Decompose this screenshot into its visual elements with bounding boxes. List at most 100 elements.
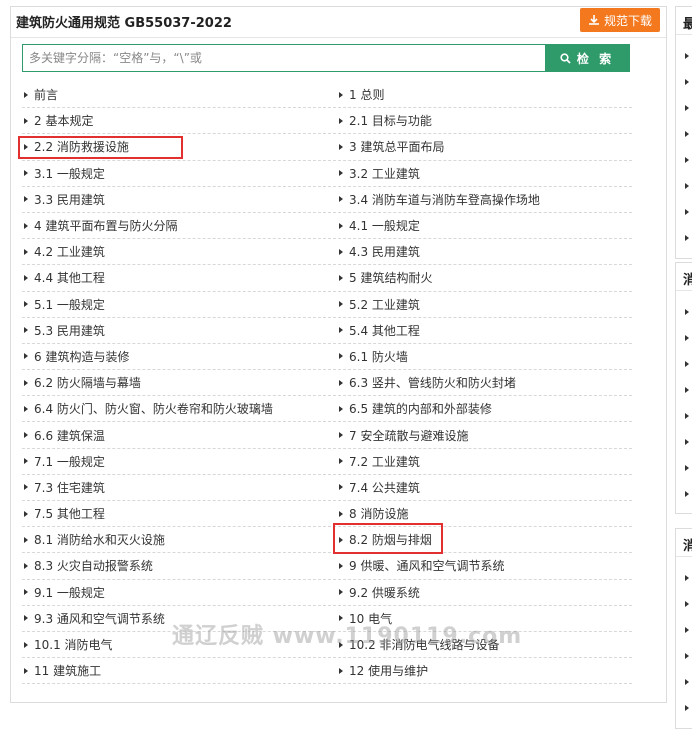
toc-item[interactable]: 10.2 非消防电气线路与设备 bbox=[327, 632, 632, 657]
toc-item[interactable]: 1 总则 bbox=[327, 82, 632, 107]
toc-item[interactable]: 4.3 民用建筑 bbox=[327, 239, 632, 264]
toc-row: 7.1 一般规定 7.2 工业建筑 bbox=[22, 449, 632, 475]
toc-item[interactable]: 3.3 民用建筑 bbox=[22, 187, 327, 212]
caret-right-icon bbox=[24, 117, 28, 124]
toc-row: 8.1 消防给水和灭火设施 8.2 防烟与排烟 bbox=[22, 523, 632, 555]
caret-right-icon bbox=[685, 183, 689, 189]
search-button[interactable]: 检 索 bbox=[545, 45, 629, 71]
caret-right-icon bbox=[24, 510, 28, 517]
toc-item[interactable]: 10 电气 bbox=[327, 606, 632, 631]
toc-item[interactable]: 9.1 一般规定 bbox=[22, 580, 327, 605]
caret-right-icon bbox=[685, 679, 689, 685]
toc-item[interactable]: 3 建筑总平面布局 bbox=[327, 134, 632, 159]
toc-item[interactable]: 6.5 建筑的内部和外部装修 bbox=[327, 396, 632, 421]
toc-row: 6 建筑构造与装修 6.1 防火墙 bbox=[22, 344, 632, 371]
toc-row: 2 基本规定 2.1 目标与功能 bbox=[22, 108, 632, 135]
download-button[interactable]: 规范下载 bbox=[580, 8, 660, 32]
toc-item[interactable]: 5.4 其他工程 bbox=[327, 318, 632, 343]
toc-item[interactable]: 5.2 工业建筑 bbox=[327, 292, 632, 317]
toc-item[interactable]: 4.2 工业建筑 bbox=[22, 239, 327, 264]
caret-right-icon bbox=[24, 536, 28, 543]
caret-right-icon bbox=[685, 601, 689, 607]
caret-right-icon bbox=[24, 562, 28, 569]
toc-row: 4 建筑平面布置与防火分隔 4.1 一般规定 bbox=[22, 213, 632, 240]
toc-item[interactable]: 7.1 一般规定 bbox=[22, 449, 327, 474]
caret-right-icon bbox=[339, 196, 343, 203]
caret-right-icon bbox=[24, 248, 28, 255]
toc-row: 10.1 消防电气 10.2 非消防电气线路与设备 bbox=[22, 632, 632, 659]
toc-item[interactable]: 3.4 消防车道与消防车登高操作场地 bbox=[327, 187, 632, 212]
caret-right-icon bbox=[339, 589, 343, 596]
toc-item-label: 6.5 建筑的内部和外部装修 bbox=[349, 402, 492, 417]
toc-item[interactable]: 7.4 公共建筑 bbox=[327, 475, 632, 500]
search-button-label: 检 索 bbox=[576, 51, 615, 66]
caret-right-icon bbox=[24, 484, 28, 491]
toc-item[interactable]: 7.5 其他工程 bbox=[22, 501, 327, 526]
sidebar-box-header: 最 bbox=[676, 7, 692, 35]
toc-row: 9.1 一般规定 9.2 供暖系统 bbox=[22, 580, 632, 606]
toc-item-label: 6.2 防火隔墙与幕墙 bbox=[34, 376, 141, 391]
toc-item[interactable]: 6 建筑构造与装修 bbox=[22, 344, 327, 369]
toc-item-label: 4.3 民用建筑 bbox=[349, 245, 420, 260]
toc-item[interactable]: 6.6 建筑保温 bbox=[22, 422, 327, 447]
highlight-box bbox=[18, 136, 183, 160]
toc-item[interactable]: 3.2 工业建筑 bbox=[327, 161, 632, 186]
toc-item[interactable]: 2.2 消防救援设施 bbox=[18, 134, 327, 160]
toc-item-label: 6.1 防火墙 bbox=[349, 349, 408, 364]
toc-item[interactable]: 6.4 防火门、防火窗、防火卷帘和防火玻璃墙 bbox=[22, 396, 327, 421]
toc-item-label: 9.1 一般规定 bbox=[34, 585, 105, 600]
toc-item[interactable]: 2.1 目标与功能 bbox=[327, 108, 632, 133]
toc-item[interactable]: 7.3 住宅建筑 bbox=[22, 475, 327, 500]
toc-item[interactable]: 前言 bbox=[22, 82, 327, 107]
toc-item-label: 9 供暖、通风和空气调节系统 bbox=[349, 559, 505, 574]
toc-item[interactable]: 9.3 通风和空气调节系统 bbox=[22, 606, 327, 631]
toc-row: 5.1 一般规定 5.2 工业建筑 bbox=[22, 292, 632, 318]
caret-right-icon bbox=[685, 235, 689, 241]
toc-item[interactable]: 5.1 一般规定 bbox=[22, 292, 327, 317]
toc-item-label: 12 使用与维护 bbox=[349, 664, 429, 679]
toc-item[interactable]: 8.2 防烟与排烟 bbox=[327, 523, 632, 555]
caret-right-icon bbox=[339, 615, 343, 622]
toc-item-label: 1 总则 bbox=[349, 88, 385, 103]
toc-item[interactable]: 9.2 供暖系统 bbox=[327, 580, 632, 605]
toc-item[interactable]: 3.1 一般规定 bbox=[22, 161, 327, 186]
caret-right-icon bbox=[685, 491, 689, 497]
caret-right-icon bbox=[339, 379, 343, 386]
caret-right-icon bbox=[685, 627, 689, 633]
toc-item[interactable]: 5.3 民用建筑 bbox=[22, 318, 327, 343]
toc-item[interactable]: 7 安全疏散与避难设施 bbox=[327, 422, 632, 447]
caret-right-icon bbox=[24, 379, 28, 386]
search-input[interactable] bbox=[23, 45, 545, 71]
toc-item[interactable]: 6.3 竖井、管线防火和防火封堵 bbox=[327, 370, 632, 395]
panel-header: 建筑防火通用规范 GB55037-2022 规范下载 bbox=[11, 7, 666, 38]
caret-right-icon bbox=[339, 405, 343, 412]
toc-item[interactable]: 4.4 其他工程 bbox=[22, 265, 327, 290]
toc-item-label: 5.2 工业建筑 bbox=[349, 297, 420, 312]
toc-item-label: 2.1 目标与功能 bbox=[349, 114, 432, 129]
toc-item-label: 6.3 竖井、管线防火和防火封堵 bbox=[349, 376, 516, 391]
toc-item[interactable]: 4.1 一般规定 bbox=[327, 213, 632, 238]
caret-right-icon bbox=[339, 91, 343, 98]
toc-item[interactable]: 11 建筑施工 bbox=[22, 658, 327, 683]
toc-item[interactable]: 2 基本规定 bbox=[22, 108, 327, 133]
toc-item[interactable]: 6.2 防火隔墙与幕墙 bbox=[22, 370, 327, 395]
toc-item[interactable]: 5 建筑结构耐火 bbox=[327, 265, 632, 290]
caret-right-icon bbox=[24, 432, 28, 439]
toc-item[interactable]: 8.1 消防给水和灭火设施 bbox=[22, 527, 327, 552]
toc-item[interactable]: 10.1 消防电气 bbox=[22, 632, 327, 657]
caret-right-icon bbox=[24, 301, 28, 308]
caret-right-icon bbox=[685, 705, 689, 711]
toc-row: 2.2 消防救援设施 3 建筑总平面布局 bbox=[18, 134, 632, 161]
toc-item-label: 5 建筑结构耐火 bbox=[349, 271, 433, 286]
caret-right-icon bbox=[685, 157, 689, 163]
toc-item[interactable]: 12 使用与维护 bbox=[327, 658, 632, 683]
caret-right-icon bbox=[339, 562, 343, 569]
caret-right-icon bbox=[24, 170, 28, 177]
toc-item[interactable]: 4 建筑平面布置与防火分隔 bbox=[22, 213, 327, 238]
toc-item[interactable]: 8.3 火灾自动报警系统 bbox=[22, 553, 327, 578]
toc-item[interactable]: 7.2 工业建筑 bbox=[327, 449, 632, 474]
toc-item[interactable]: 6.1 防火墙 bbox=[327, 344, 632, 369]
toc-item-label: 6.6 建筑保温 bbox=[34, 428, 105, 443]
toc-item[interactable]: 9 供暖、通风和空气调节系统 bbox=[327, 553, 632, 578]
toc-item-label: 前言 bbox=[34, 88, 59, 103]
